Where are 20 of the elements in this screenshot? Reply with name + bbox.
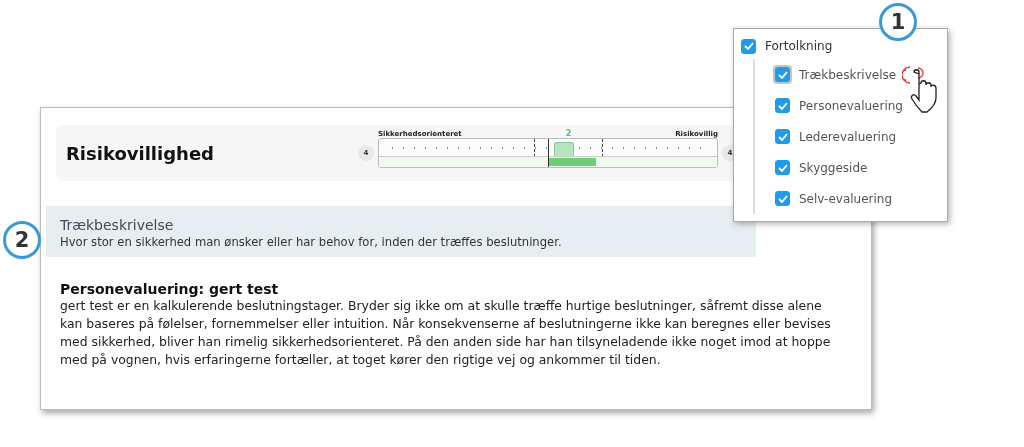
checkbox[interactable] bbox=[741, 38, 756, 54]
step-callout: 1 bbox=[879, 3, 917, 41]
checkbox[interactable] bbox=[775, 160, 790, 175]
checkbox[interactable] bbox=[775, 129, 790, 144]
trait-description: Hvor stor en sikkerhed man ønsker eller har behov for, inden der træffes beslutninger. bbox=[60, 235, 563, 249]
checkbox-label: Skyggeside bbox=[799, 160, 868, 175]
evaluation-text: gert test er en kalkulerende beslutningstager. Bryder sig ikke om at skulle træffe hurtige beslutninger, såfremt disse alene kan baseres på følelser, fornemmelser eller intuition. Når konsekvenserne af beslutningerne ikke kan beregnes eller bevises med sikkerhed, bliver han rimelig sikkerhedsorienteret. På den anden side har han tilsyneladende ikke noget imod at hoppe med på vognen, hvis erfaringerne fortæller, at toget kører den rigtige vej og ankommer til tiden. bbox=[60, 297, 832, 369]
checkbox-label: Trækbeskrivelse bbox=[799, 67, 897, 82]
score-bar bbox=[548, 158, 596, 166]
checkbox-label: Fortolkning bbox=[765, 39, 833, 53]
step-callout: 2 bbox=[3, 221, 41, 259]
trait-title: Trækbeskrivelse bbox=[60, 217, 175, 233]
section-title: Risikovillighed bbox=[66, 142, 215, 164]
checkbox[interactable] bbox=[775, 98, 790, 113]
evaluation-title: Personevaluering: gert test bbox=[60, 281, 280, 297]
checkbox-label: Personevaluering bbox=[799, 98, 903, 113]
checkbox-label: Lederevaluering bbox=[799, 129, 897, 144]
checkbox-label: Selv-evaluering bbox=[799, 191, 893, 206]
checkbox[interactable] bbox=[775, 191, 790, 206]
scale-value: 2 bbox=[565, 129, 572, 138]
